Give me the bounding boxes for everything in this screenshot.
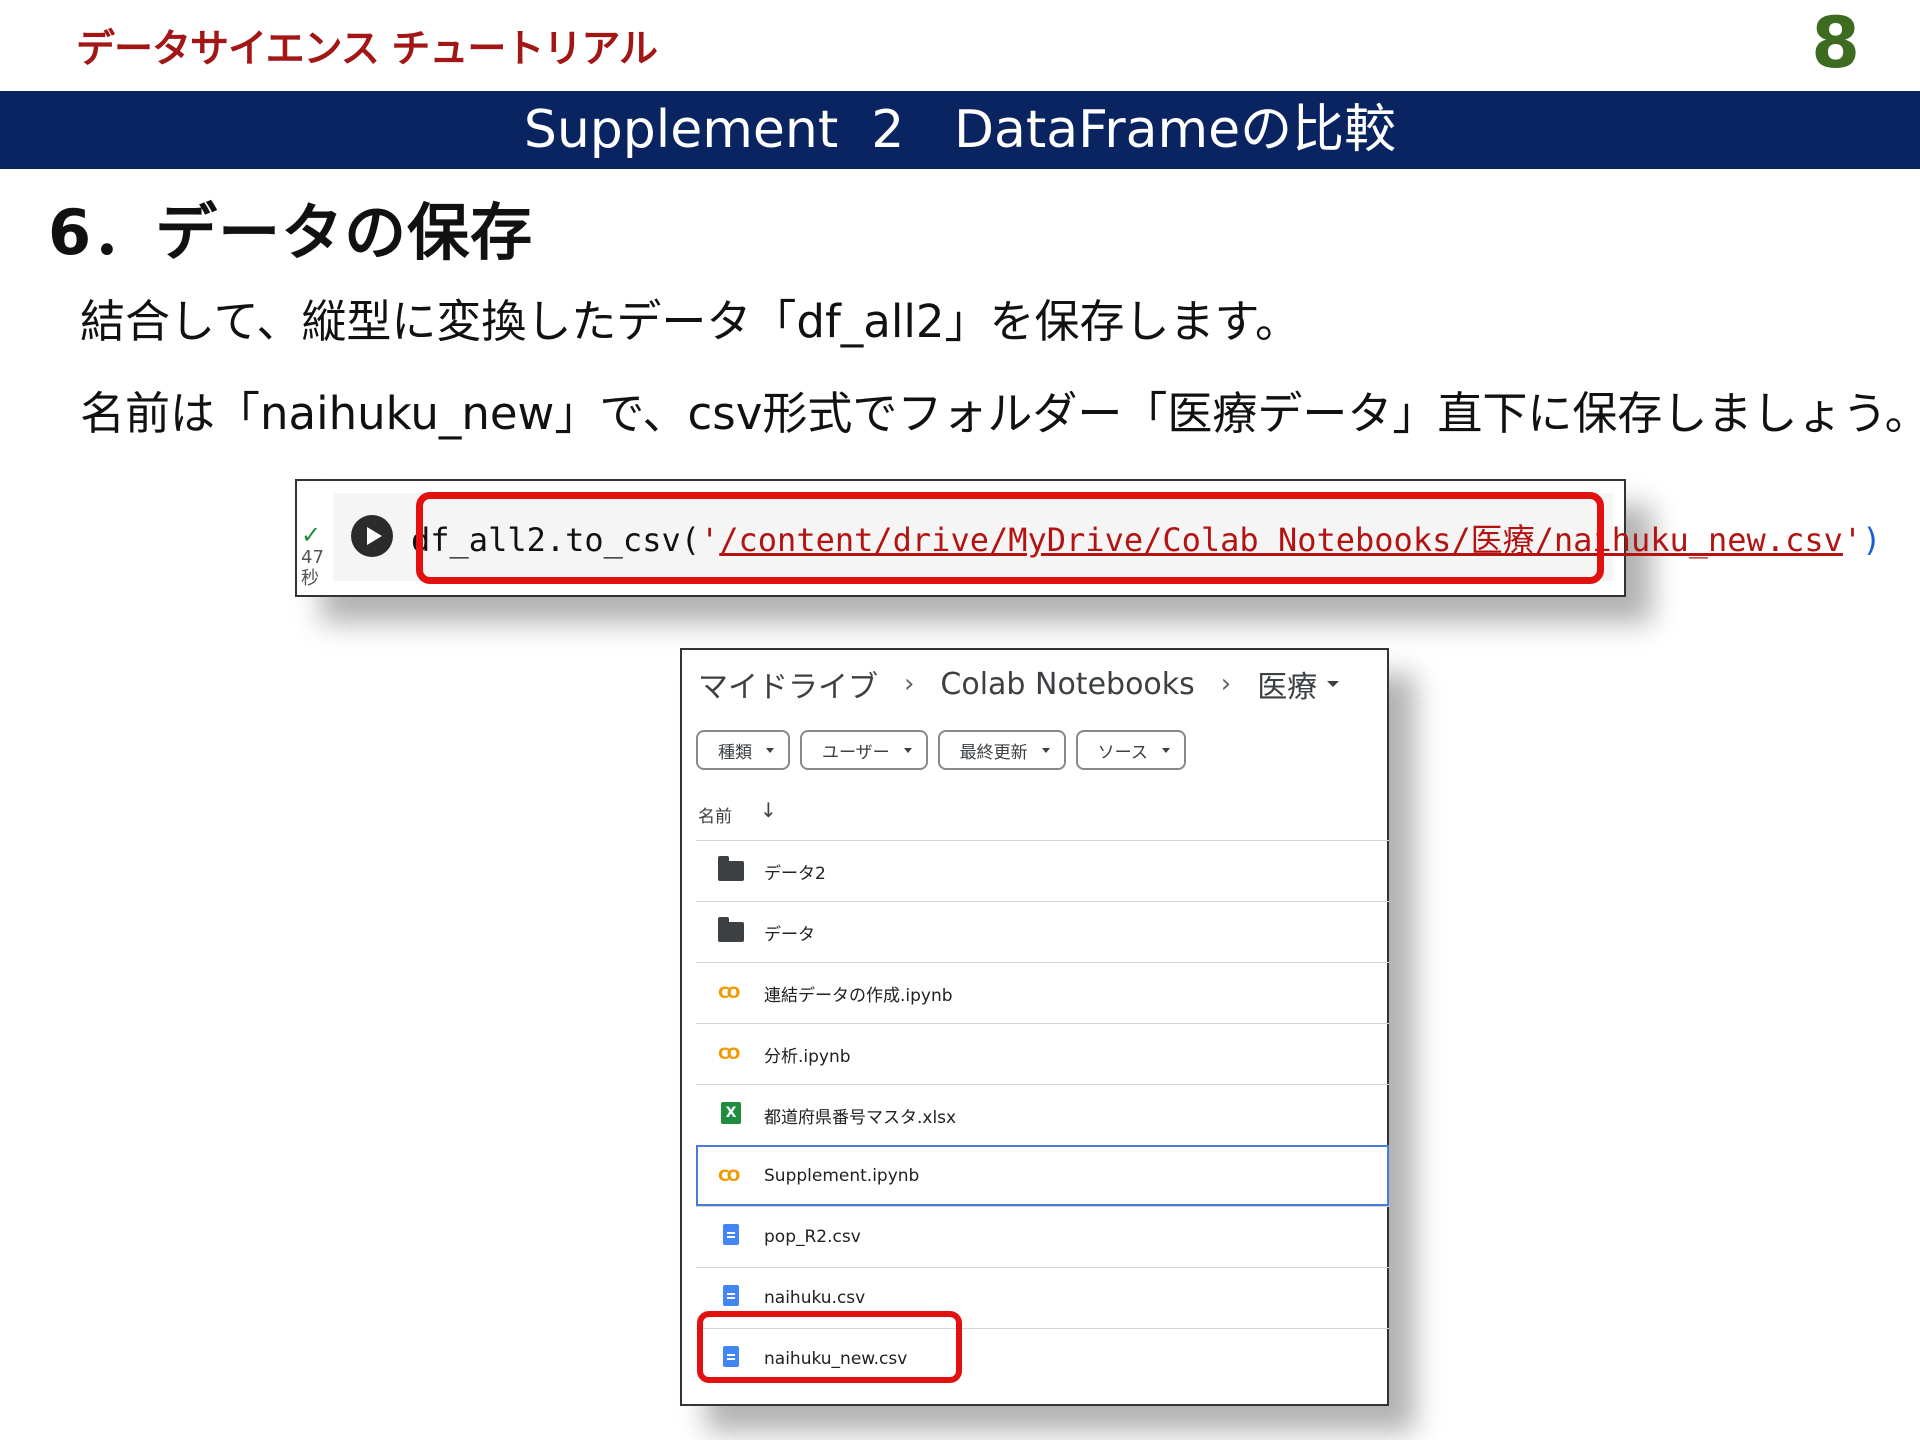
- filter-label: 種類: [718, 742, 752, 763]
- page-number: 8: [1811, 2, 1860, 84]
- code-highlight-box: [416, 492, 1604, 584]
- drive-panel: マイドライブ › Colab Notebooks › 医療 種類 ユーザー 最終…: [680, 648, 1389, 1406]
- excel-icon: X: [721, 1102, 741, 1124]
- file-highlight-box: [697, 1311, 962, 1383]
- chevron-down-icon: [1161, 747, 1170, 753]
- file-row[interactable]: CO 分析.ipynb: [696, 1023, 1389, 1084]
- column-header-name[interactable]: 名前: [698, 802, 732, 827]
- breadcrumb-colab-notebooks[interactable]: Colab Notebooks: [940, 667, 1194, 702]
- quote-close: ': [1842, 521, 1863, 559]
- chevron-right-icon: ›: [1220, 669, 1232, 699]
- dropdown-caret-icon[interactable]: [1327, 681, 1340, 687]
- colab-icon: CO: [718, 983, 740, 1002]
- filter-modified-chip[interactable]: 最終更新: [937, 730, 1066, 770]
- execution-time: 47秒: [301, 547, 324, 589]
- folder-icon: [718, 917, 744, 942]
- file-row-selected[interactable]: CO Supplement.ipynb: [696, 1145, 1389, 1206]
- file-name: データ2: [764, 863, 826, 884]
- run-cell-button[interactable]: [351, 515, 393, 557]
- file-name: 分析.ipynb: [764, 1046, 851, 1067]
- sort-arrow-icon[interactable]: ↓: [760, 798, 777, 822]
- file-row[interactable]: CO 連結データの作成.ipynb: [696, 962, 1389, 1023]
- filter-label: ユーザー: [822, 742, 890, 763]
- file-row[interactable]: データ2: [696, 840, 1389, 901]
- folder-icon: [718, 856, 744, 881]
- file-name: データ: [764, 924, 815, 945]
- file-name: 連結データの作成.ipynb: [764, 985, 953, 1006]
- file-name: 都道府県番号マスタ.xlsx: [764, 1107, 957, 1128]
- filter-label: 最終更新: [959, 742, 1028, 763]
- doc-icon: [723, 1224, 739, 1245]
- colab-icon: CO: [718, 1044, 740, 1063]
- file-row[interactable]: データ: [696, 901, 1389, 962]
- instruction-line-2: 名前は「naihuku_new」で、csv形式でフォルダー「医療データ」直下に保…: [80, 387, 1920, 440]
- file-row[interactable]: pop_R2.csv: [696, 1206, 1389, 1267]
- breadcrumb-current-folder[interactable]: 医療: [1257, 662, 1317, 706]
- chevron-down-icon: [766, 747, 774, 753]
- instruction-line-1: 結合して、縦型に変換したデータ「df_all2」を保存します。: [80, 295, 1301, 348]
- chevron-down-icon: [903, 747, 912, 753]
- code-suffix: ): [1862, 521, 1882, 559]
- colab-icon: CO: [718, 1166, 740, 1185]
- doc-icon: [723, 1285, 739, 1306]
- chevron-right-icon: ›: [904, 669, 915, 699]
- file-name: pop_R2.csv: [764, 1227, 861, 1247]
- breadcrumb-my-drive[interactable]: マイドライブ: [698, 662, 878, 706]
- banner: Supplement 2 DataFrameの比較: [0, 91, 1920, 169]
- brand-title: データサイエンス チュートリアル: [76, 27, 658, 72]
- file-list: データ2 データ CO 連結データの作成.ipynb CO 分析.ipynb X…: [696, 840, 1389, 1389]
- cell-gutter: ✓ 47秒: [297, 481, 333, 595]
- file-name: Supplement.ipynb: [764, 1166, 920, 1186]
- filter-source-chip[interactable]: ソース: [1075, 730, 1186, 770]
- file-name: naihuku.csv: [764, 1288, 866, 1308]
- success-check-icon: ✓: [301, 521, 322, 549]
- breadcrumb: マイドライブ › Colab Notebooks › 医療: [698, 662, 1340, 706]
- filter-type-chip[interactable]: 種類: [696, 730, 790, 770]
- filter-label: ソース: [1097, 742, 1148, 763]
- section-heading: 6．データの保存: [48, 196, 534, 269]
- filter-bar: 種類 ユーザー 最終更新 ソース: [696, 730, 1186, 770]
- chevron-down-icon: [1041, 747, 1050, 753]
- banner-title: Supplement 2 DataFrameの比較: [523, 100, 1397, 160]
- file-row[interactable]: X 都道府県番号マスタ.xlsx: [696, 1084, 1389, 1145]
- filter-user-chip[interactable]: ユーザー: [800, 730, 928, 770]
